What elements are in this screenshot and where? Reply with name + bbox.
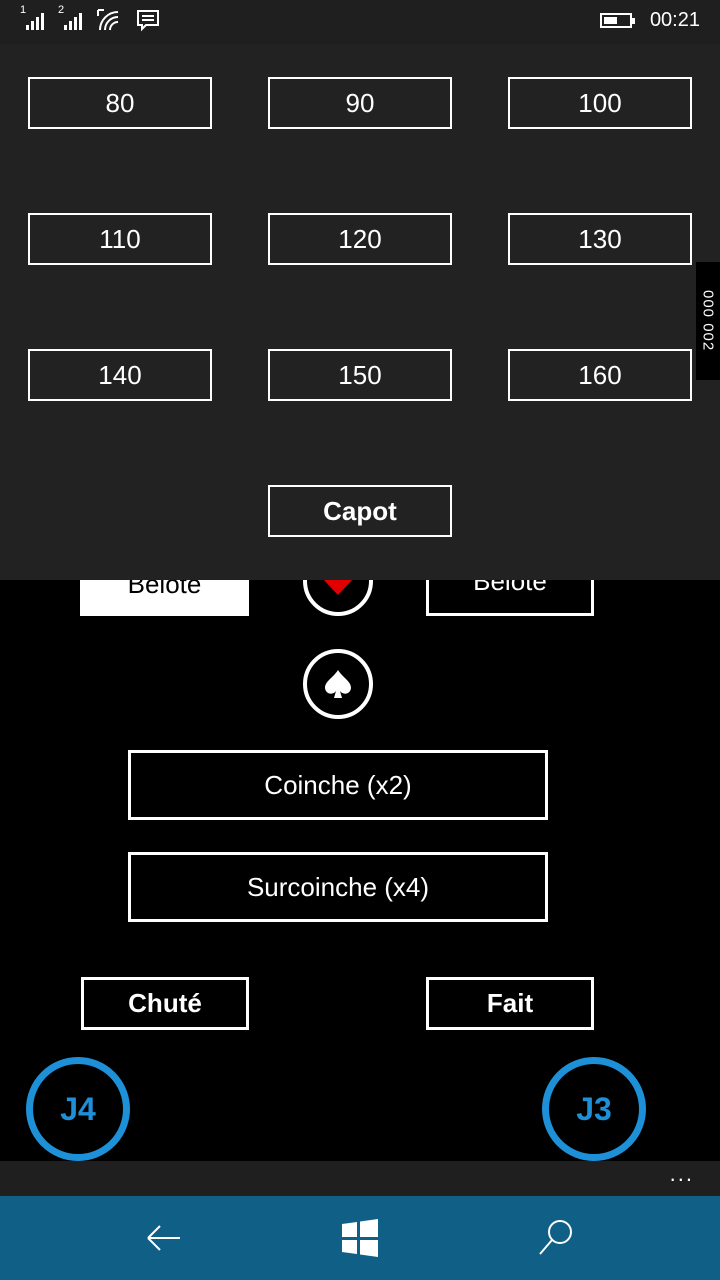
more-options-button[interactable]: ...	[670, 1161, 694, 1187]
sim2-label: 2	[58, 4, 65, 16]
bid-button-160[interactable]: 160	[508, 349, 692, 401]
clock: 00:21	[649, 9, 700, 31]
bid-button-150[interactable]: 150	[268, 349, 452, 401]
bid-button-90[interactable]: 90	[268, 77, 452, 129]
bid-label: 100	[578, 87, 622, 118]
player-j3-avatar[interactable]: J3	[542, 1057, 646, 1161]
player-j4-avatar[interactable]: J4	[26, 1057, 130, 1161]
chute-button[interactable]: Chuté	[81, 977, 249, 1030]
spade-suit-button[interactable]	[303, 649, 373, 719]
signal-icon: 2	[58, 4, 84, 32]
bid-label: 90	[345, 87, 375, 118]
battery-icon	[599, 13, 635, 28]
bid-label: 120	[338, 223, 382, 254]
surcoinche-button[interactable]: Surcoinche (x4)	[128, 852, 548, 922]
coinche-button[interactable]: Coinche (x2)	[128, 750, 548, 820]
bid-button-140[interactable]: 140	[28, 349, 212, 401]
navigation-bar	[0, 1196, 720, 1280]
spade-icon	[325, 670, 351, 698]
bid-label: 110	[99, 223, 141, 254]
bid-button-80[interactable]: 80	[28, 77, 212, 129]
app-bar: ...	[0, 1161, 720, 1196]
search-icon[interactable]	[532, 1214, 580, 1262]
sim1-label: 1	[20, 4, 27, 16]
signal-icon: 1	[20, 4, 46, 32]
bid-label: 80	[105, 87, 135, 118]
status-bar: 1 2 00:21	[0, 0, 720, 44]
wifi-icon	[97, 9, 119, 31]
windows-icon[interactable]	[336, 1214, 384, 1262]
chute-label: Chuté	[128, 988, 202, 1018]
player-j3-label: J3	[576, 1090, 612, 1127]
bid-label: 130	[578, 223, 622, 254]
fait-label: Fait	[486, 988, 534, 1018]
back-arrow-icon[interactable]	[140, 1214, 188, 1262]
surcoinche-label: Surcoinche (x4)	[246, 871, 430, 902]
coinche-label: Coinche (x2)	[264, 769, 412, 800]
bid-button-130[interactable]: 130	[508, 213, 692, 265]
bid-selection-panel: 80 90 100 110 120 130 140 150 160 Capot	[0, 44, 720, 580]
capot-button[interactable]: Capot	[268, 485, 452, 537]
capot-label: Capot	[323, 495, 397, 526]
bid-label: 140	[98, 359, 142, 390]
bid-button-120[interactable]: 120	[268, 213, 452, 265]
bid-label: 150	[338, 359, 382, 390]
fait-button[interactable]: Fait	[426, 977, 594, 1030]
bid-button-100[interactable]: 100	[508, 77, 692, 129]
bid-button-110[interactable]: 110	[28, 213, 212, 265]
side-score-tab[interactable]: 000 002	[696, 262, 720, 380]
side-score-label: 000 002	[699, 290, 717, 352]
message-icon	[137, 10, 159, 32]
bid-label: 160	[578, 359, 622, 390]
player-j4-label: J4	[60, 1090, 96, 1127]
